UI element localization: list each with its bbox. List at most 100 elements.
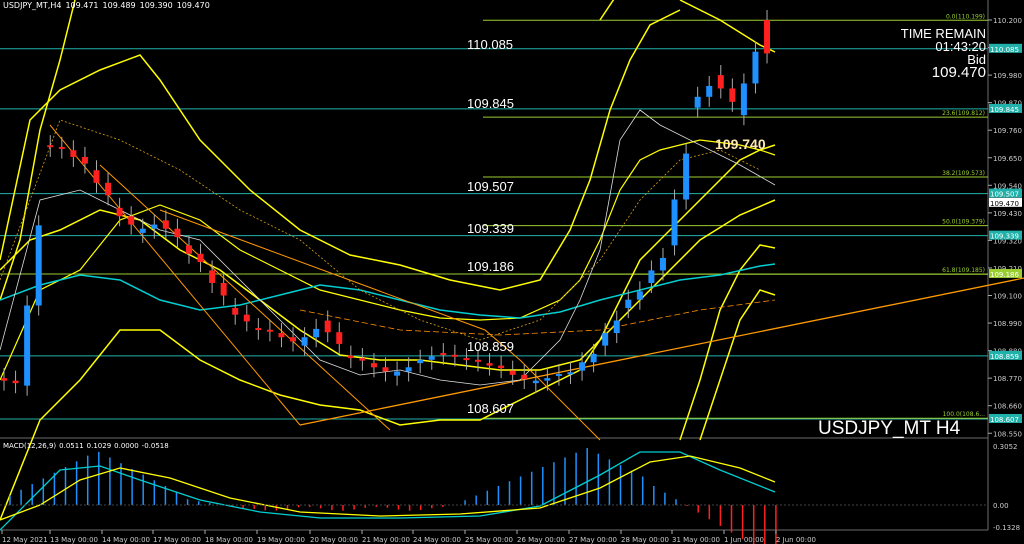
candle-body: [1, 378, 7, 381]
bid-value: 109.470: [931, 64, 986, 81]
price-tag-label: 108.859: [990, 353, 1019, 361]
macd-tick-label: -0.1328: [993, 524, 1020, 532]
price-tick-label: 108.660: [993, 403, 1022, 411]
candle-body: [151, 224, 158, 229]
candle-body: [671, 199, 678, 246]
candle-body: [463, 358, 470, 361]
candle-body: [752, 51, 759, 84]
candle-body: [58, 146, 65, 149]
candle-body: [116, 207, 123, 217]
candle-body: [162, 220, 169, 229]
price-tick-label: 109.430: [993, 210, 1022, 218]
candle-body: [567, 372, 574, 375]
candle-body: [625, 299, 632, 309]
time-tick-label: 21 May 00:00: [362, 536, 410, 544]
price-tag-label: 109.845: [990, 106, 1019, 114]
symbol-watermark: USDJPY_MT H4: [818, 418, 961, 439]
candle-body: [255, 328, 262, 331]
time-tick-label: 18 May 00:00: [205, 536, 253, 544]
high-price: 109.489: [102, 1, 136, 10]
time-tick-label: 25 May 00:00: [465, 536, 513, 544]
time-tick-label: 26 May 00:00: [517, 536, 565, 544]
price-tick-label: 108.990: [993, 320, 1022, 328]
candle-body: [602, 333, 609, 346]
candle-body: [659, 257, 666, 271]
candle-body: [359, 358, 366, 361]
candle-body: [243, 314, 250, 322]
candle-body: [729, 88, 736, 102]
price-tick-label: 108.770: [993, 375, 1022, 383]
candle-body: [498, 365, 505, 369]
fibo-label: 61.8(109.185): [942, 267, 985, 274]
candle-body: [128, 216, 135, 225]
price-tag-label: 109.470: [990, 200, 1019, 208]
time-tick-label: 27 May 00:00: [569, 536, 617, 544]
macd-v4: -0.0518: [141, 442, 169, 450]
price-tag-label: 108.607: [990, 416, 1019, 424]
candle-body: [70, 150, 77, 157]
open-price: 109.471: [65, 1, 99, 10]
price-tick-label: 110.200: [993, 17, 1022, 25]
time-tick-label: 24 May 00:00: [413, 536, 461, 544]
candle-body: [394, 371, 401, 376]
candle-body: [324, 320, 331, 333]
level-label-109845: 109.845: [467, 96, 514, 111]
price-tick-label: 108.550: [993, 430, 1022, 438]
macd-name: MACD(12,26,9): [3, 442, 57, 450]
chart-header: USDJPY_MT,H4 109.471 109.489 109.390 109.470: [3, 1, 214, 10]
time-tick-label: 20 May 00:00: [310, 536, 358, 544]
macd-tick-label: 0.00: [993, 502, 1009, 510]
candle-body: [544, 378, 551, 381]
macd-label: MACD(12,26,9) 0.0511 0.1029 0.0000 -0.0518: [3, 442, 172, 450]
candle-body: [220, 282, 227, 296]
candle-body: [509, 370, 516, 375]
candle-body: [613, 320, 620, 334]
time-tick-label: 31 May 00:00: [672, 536, 720, 544]
candle-body: [185, 245, 192, 254]
macd-tick-label: 0.3052: [993, 443, 1018, 451]
candle-body: [428, 356, 435, 360]
candle-body: [382, 367, 389, 372]
level-label-110085: 110.085: [467, 37, 514, 52]
candle-body: [694, 96, 701, 108]
fibo-label: 50.0(109.379): [942, 219, 985, 226]
candle-body: [336, 332, 343, 344]
candle-body: [266, 329, 273, 332]
time-tick-label: 19 May 00:00: [257, 536, 305, 544]
candle-body: [590, 353, 597, 363]
time-tick-label: 14 May 00:00: [102, 536, 150, 544]
price-tick-label: 109.760: [993, 127, 1022, 135]
level-label-109186: 109.186: [467, 259, 514, 274]
time-tick-label: 1 Jun 00:00: [724, 536, 764, 544]
candle-body: [24, 305, 31, 386]
macd-v2: 0.1029: [86, 442, 112, 450]
macd-v1: 0.0511: [59, 442, 84, 450]
level-label-108607: 108.607: [467, 401, 514, 416]
candle-body: [440, 353, 447, 356]
fibo-label: 23.6(109.812): [942, 110, 985, 117]
level-label-108859: 108.859: [467, 339, 514, 354]
time-tick-label: 12 May 2021: [2, 536, 48, 544]
level-label-109339: 109.339: [467, 221, 514, 236]
candle-body: [81, 156, 88, 164]
candle-body: [579, 362, 586, 371]
price-tag-label: 109.186: [990, 271, 1019, 279]
level-label-109507: 109.507: [467, 179, 514, 194]
candle-body: [278, 333, 285, 338]
candle-body: [313, 328, 320, 338]
candle-body: [47, 145, 54, 148]
candle-body: [521, 374, 528, 379]
candle-body: [370, 363, 377, 368]
time-tick-label: 2 Jun 00:00: [776, 536, 816, 544]
fibo-label: 38.2(109.573): [942, 170, 985, 177]
candle-body: [417, 359, 424, 364]
price-tag-label: 109.339: [990, 233, 1019, 241]
candle-body: [232, 308, 239, 315]
candle-body: [555, 373, 562, 376]
candle-body: [451, 354, 458, 357]
candle-body: [139, 228, 146, 233]
macd-v3: 0.0000: [114, 442, 139, 450]
current-price-label: 109.740: [715, 136, 766, 152]
candle-body: [486, 363, 493, 366]
candle-body: [740, 83, 747, 116]
